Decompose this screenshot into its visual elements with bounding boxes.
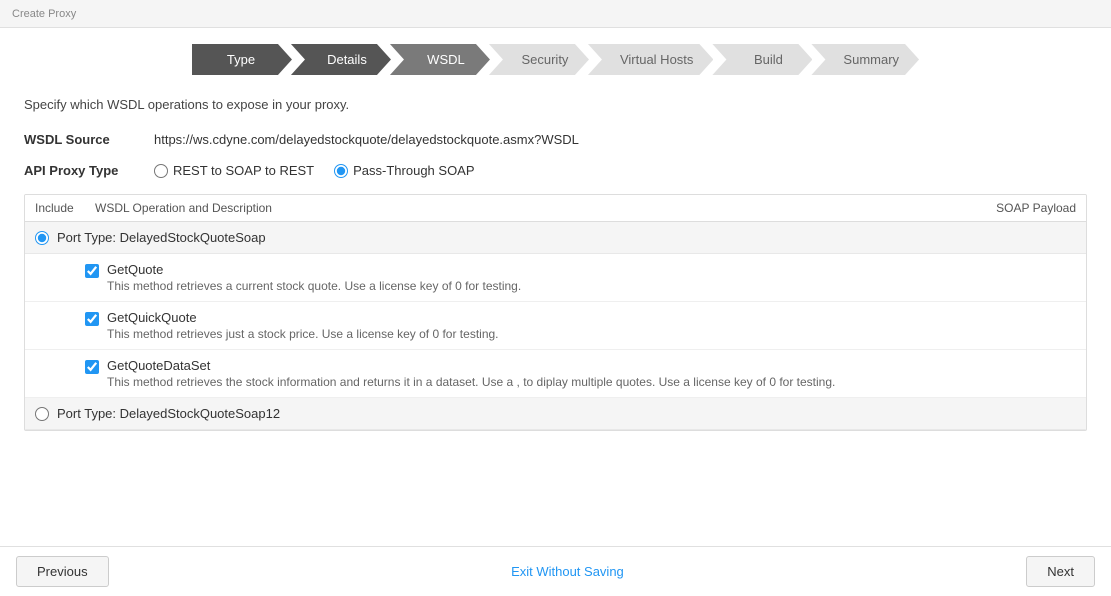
- operation-details-op2: GetQuickQuote This method retrieves just …: [107, 310, 1076, 341]
- radio-rest-to-soap-label: REST to SOAP to REST: [173, 163, 314, 178]
- operation-desc-op2: This method retrieves just a stock price…: [107, 327, 1076, 341]
- step-label-virtual-hosts: Virtual Hosts: [588, 44, 713, 75]
- exit-without-saving-link[interactable]: Exit Without Saving: [511, 564, 624, 579]
- previous-button[interactable]: Previous: [16, 556, 109, 587]
- operation-checkbox-wrapper-op2[interactable]: [85, 312, 99, 329]
- step-label-type: Type: [192, 44, 292, 75]
- operation-checkbox-op3[interactable]: [85, 360, 99, 374]
- col-payload-header: SOAP Payload: [956, 201, 1076, 215]
- operation-desc-op1: This method retrieves a current stock qu…: [107, 279, 1076, 293]
- port-type-label-port1: Port Type: DelayedStockQuoteSoap: [57, 230, 266, 245]
- step-wsdl[interactable]: WSDL: [390, 44, 490, 75]
- operation-row-op2: GetQuickQuote This method retrieves just …: [25, 302, 1086, 350]
- operations-table: Include WSDL Operation and Description S…: [24, 194, 1087, 431]
- wsdl-source-label: WSDL Source: [24, 132, 154, 147]
- operation-name-op2: GetQuickQuote: [107, 310, 1076, 325]
- step-label-security: Security: [489, 44, 589, 75]
- operation-checkbox-op2[interactable]: [85, 312, 99, 326]
- radio-pass-through[interactable]: Pass-Through SOAP: [334, 163, 474, 178]
- operation-row-op3: GetQuoteDataSet This method retrieves the…: [25, 350, 1086, 398]
- title-bar-text: Create Proxy: [12, 8, 76, 20]
- col-operation-header: WSDL Operation and Description: [95, 201, 956, 215]
- wsdl-source-value: https://ws.cdyne.com/delayedstockquote/d…: [154, 132, 579, 147]
- footer: Previous Exit Without Saving Next: [0, 546, 1111, 596]
- operation-name-op1: GetQuote: [107, 262, 1076, 277]
- col-include-header: Include: [35, 201, 95, 215]
- operation-details-op1: GetQuote This method retrieves a current …: [107, 262, 1076, 293]
- proxy-type-radio-group: REST to SOAP to REST Pass-Through SOAP: [154, 163, 475, 178]
- wsdl-source-row: WSDL Source https://ws.cdyne.com/delayed…: [24, 132, 1087, 147]
- next-button[interactable]: Next: [1026, 556, 1095, 587]
- operation-checkbox-op1[interactable]: [85, 264, 99, 278]
- api-proxy-type-label: API Proxy Type: [24, 163, 154, 178]
- main-content: Specify which WSDL operations to expose …: [0, 87, 1111, 431]
- radio-pass-through-input[interactable]: [334, 164, 348, 178]
- radio-rest-to-soap[interactable]: REST to SOAP to REST: [154, 163, 314, 178]
- step-type[interactable]: Type: [192, 44, 292, 75]
- step-security[interactable]: Security: [489, 44, 589, 75]
- operation-row-op1: GetQuote This method retrieves a current …: [25, 254, 1086, 302]
- radio-rest-to-soap-input[interactable]: [154, 164, 168, 178]
- port-type-radio-port1[interactable]: [35, 231, 49, 245]
- operation-checkbox-wrapper-op3[interactable]: [85, 360, 99, 377]
- port-type-label-port2: Port Type: DelayedStockQuoteSoap12: [57, 406, 280, 421]
- api-proxy-type-row: API Proxy Type REST to SOAP to REST Pass…: [24, 163, 1087, 178]
- radio-pass-through-label: Pass-Through SOAP: [353, 163, 474, 178]
- step-virtual-hosts[interactable]: Virtual Hosts: [588, 44, 713, 75]
- title-bar: Create Proxy: [0, 0, 1111, 28]
- operation-details-op3: GetQuoteDataSet This method retrieves the…: [107, 358, 1076, 389]
- step-details[interactable]: Details: [291, 44, 391, 75]
- step-label-details: Details: [291, 44, 391, 75]
- subtitle: Specify which WSDL operations to expose …: [24, 97, 1087, 112]
- step-label-wsdl: WSDL: [390, 44, 490, 75]
- port-type-row-port2[interactable]: Port Type: DelayedStockQuoteSoap12: [25, 398, 1086, 430]
- step-label-build: Build: [712, 44, 812, 75]
- step-summary[interactable]: Summary: [811, 44, 919, 75]
- wizard-steps: TypeDetailsWSDLSecurityVirtual HostsBuil…: [0, 28, 1111, 87]
- table-header: Include WSDL Operation and Description S…: [25, 195, 1086, 222]
- operation-checkbox-wrapper-op1[interactable]: [85, 264, 99, 281]
- step-build[interactable]: Build: [712, 44, 812, 75]
- port-type-row-port1[interactable]: Port Type: DelayedStockQuoteSoap: [25, 222, 1086, 254]
- operation-name-op3: GetQuoteDataSet: [107, 358, 1076, 373]
- operation-desc-op3: This method retrieves the stock informat…: [107, 375, 1076, 389]
- port-type-radio-port2[interactable]: [35, 407, 49, 421]
- step-label-summary: Summary: [811, 44, 919, 75]
